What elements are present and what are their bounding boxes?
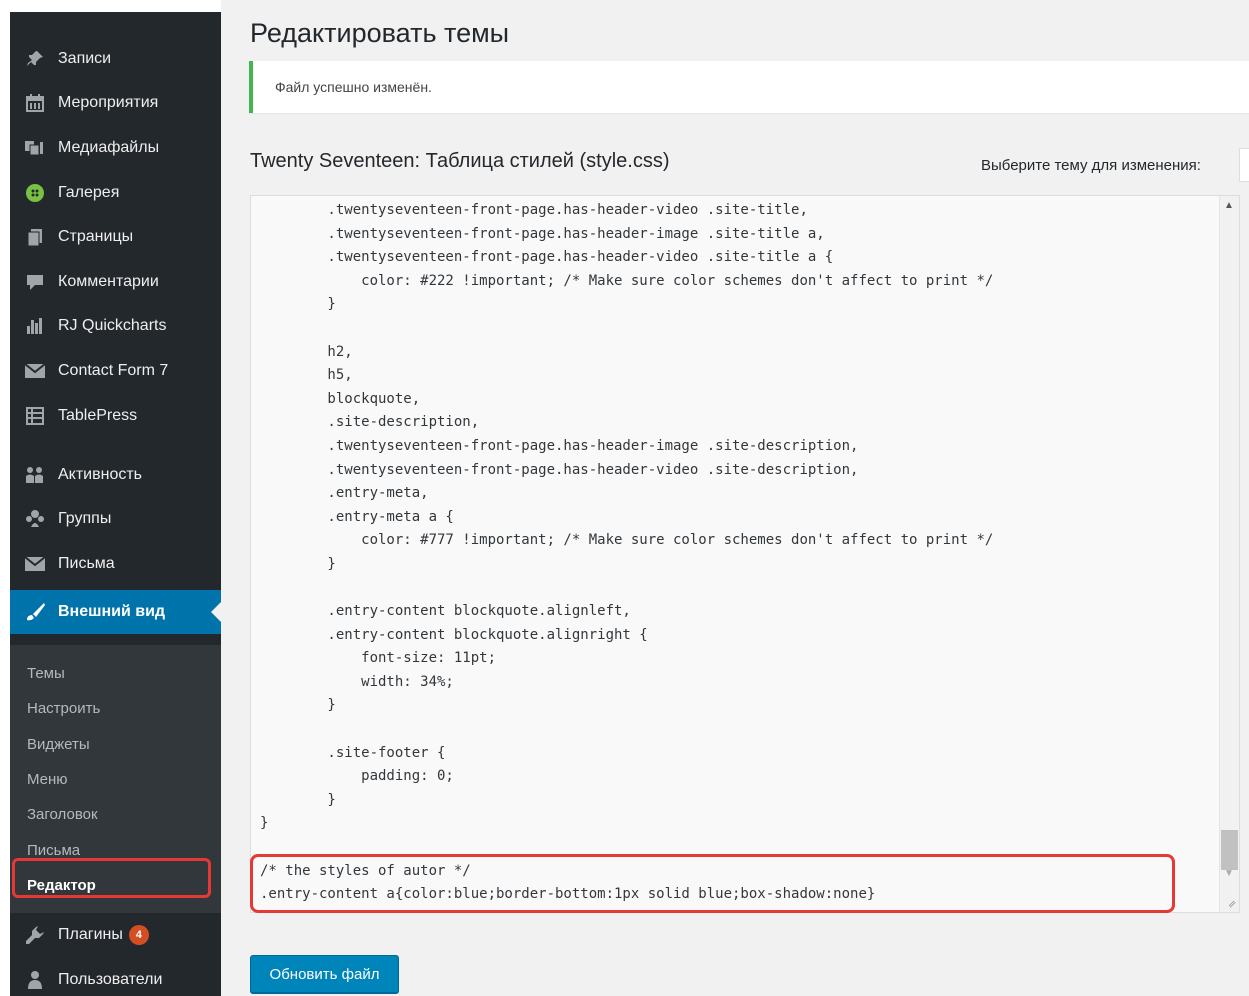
scroll-up-arrow-icon[interactable]: ▲ bbox=[1224, 200, 1234, 211]
menu-item-activity[interactable]: Активность bbox=[10, 453, 221, 497]
comment-icon bbox=[22, 272, 48, 292]
menu-item-label: Страницы bbox=[58, 228, 134, 245]
menu-item-label: RJ Quickcharts bbox=[58, 317, 167, 334]
menu-item-label: Записи bbox=[58, 50, 112, 67]
menu-item-label: Комментарии bbox=[58, 273, 159, 290]
file-heading: Twenty Seventeen: Таблица стилей (style.… bbox=[250, 150, 670, 172]
groups-icon bbox=[22, 509, 48, 529]
plugins-update-badge: 4 bbox=[128, 925, 149, 945]
menu-item-label: TablePress bbox=[58, 407, 138, 424]
submenu-item-themes[interactable]: Темы bbox=[27, 665, 65, 682]
submenu-item-header[interactable]: Заголовок bbox=[27, 806, 98, 823]
menu-item-label: Галерея bbox=[58, 184, 120, 201]
mail-icon bbox=[22, 362, 48, 380]
menu-item-label: Внешний вид bbox=[58, 603, 166, 620]
menu-item-pages[interactable]: Страницы bbox=[10, 215, 221, 259]
submenu-item-customize[interactable]: Настроить bbox=[27, 700, 100, 717]
editor-scrollbar[interactable]: ▲ ▼ bbox=[1219, 196, 1239, 912]
success-notice: Файл успешно изменён. bbox=[249, 61, 1249, 113]
menu-item-plugins[interactable]: Плагины 4 bbox=[10, 913, 221, 957]
editor-highlight-box bbox=[12, 858, 211, 898]
menu-item-label: Пользователи bbox=[58, 971, 163, 988]
menu-item-groups[interactable]: Группы bbox=[10, 497, 221, 541]
menu-item-gallery[interactable]: Галерея bbox=[10, 171, 221, 215]
table-icon bbox=[22, 406, 48, 426]
code-text[interactable]: .twentyseventeen-front-page.has-header-v… bbox=[260, 199, 993, 907]
scroll-down-arrow-icon[interactable]: ▼ bbox=[1224, 868, 1234, 879]
menu-item-appearance[interactable]: Внешний вид bbox=[10, 590, 221, 634]
code-highlight-box bbox=[250, 854, 1175, 913]
code-editor[interactable]: .twentyseventeen-front-page.has-header-v… bbox=[250, 195, 1240, 913]
chart-icon bbox=[22, 316, 48, 336]
menu-item-label: Мероприятия bbox=[58, 94, 159, 111]
pin-icon bbox=[22, 49, 48, 69]
active-pointer bbox=[211, 602, 221, 622]
user-icon bbox=[22, 970, 48, 990]
gallery-icon bbox=[22, 183, 48, 203]
plugin-icon bbox=[22, 925, 48, 945]
media-icon bbox=[22, 138, 48, 158]
submenu-item-menus[interactable]: Меню bbox=[27, 771, 68, 788]
theme-select-label: Выберите тему для изменения: bbox=[981, 157, 1201, 174]
menu-item-label: Активность bbox=[58, 466, 143, 483]
theme-select[interactable] bbox=[1239, 148, 1249, 182]
menu-item-label: Письма bbox=[58, 555, 115, 572]
menu-item-label: Плагины bbox=[58, 926, 123, 943]
menu-item-quickcharts[interactable]: RJ Quickcharts bbox=[10, 304, 221, 348]
submenu-item-letters[interactable]: Письма bbox=[27, 842, 80, 859]
menu-item-users[interactable]: Пользователи bbox=[10, 958, 221, 996]
submenu-item-widgets[interactable]: Виджеты bbox=[27, 736, 90, 753]
admin-sidebar: Записи Мероприятия Медиафайлы Галерея Ст… bbox=[10, 12, 221, 996]
main-content: Редактировать темы Файл успешно изменён.… bbox=[221, 0, 1249, 996]
menu-item-label: Медиафайлы bbox=[58, 139, 160, 156]
envelope-icon bbox=[22, 555, 48, 573]
menu-item-tablepress[interactable]: TablePress bbox=[10, 394, 221, 438]
menu-item-posts[interactable]: Записи bbox=[10, 37, 221, 81]
calendar-icon bbox=[22, 93, 48, 113]
menu-item-media[interactable]: Медиафайлы bbox=[10, 126, 221, 170]
menu-item-label: Contact Form 7 bbox=[58, 362, 169, 379]
menu-item-events[interactable]: Мероприятия bbox=[10, 81, 221, 125]
menu-item-contact-form[interactable]: Contact Form 7 bbox=[10, 349, 221, 393]
notice-text: Файл успешно изменён. bbox=[275, 79, 432, 95]
activity-icon bbox=[22, 465, 48, 485]
menu-item-label: Группы bbox=[58, 510, 112, 527]
page-title: Редактировать темы bbox=[250, 18, 510, 48]
update-file-button[interactable]: Обновить файл bbox=[250, 955, 399, 993]
scroll-thumb[interactable] bbox=[1221, 830, 1238, 870]
menu-item-letters[interactable]: Письма bbox=[10, 542, 221, 586]
pages-icon bbox=[22, 227, 48, 247]
menu-item-comments[interactable]: Комментарии bbox=[10, 260, 221, 304]
brush-icon bbox=[22, 602, 48, 622]
